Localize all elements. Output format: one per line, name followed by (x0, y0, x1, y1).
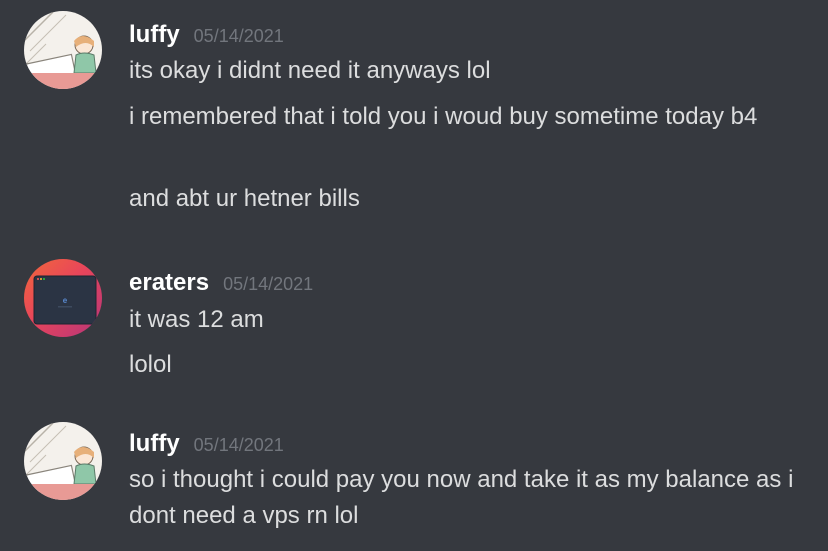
user-avatar[interactable] (24, 422, 102, 500)
message-header: eraters 05/14/2021 (129, 271, 313, 295)
macos-window-avatar-icon: e (24, 259, 102, 337)
message-group: luffy 05/14/2021 its okay i didnt need it… (0, 0, 828, 230)
message-group: luffy 05/14/2021 so i thought i could pay… (0, 411, 828, 551)
message-text: lolol (129, 351, 172, 378)
timestamp: 05/14/2021 (223, 274, 314, 294)
user-avatar[interactable] (24, 11, 102, 89)
timestamp: 05/14/2021 (193, 435, 284, 455)
timestamp: 05/14/2021 (193, 26, 284, 46)
username[interactable]: luffy (129, 21, 180, 48)
username[interactable]: eraters (129, 269, 209, 296)
message-text: so i thought i could pay you now and tak… (129, 466, 794, 529)
anime-girl-avatar-icon (24, 422, 102, 500)
message-header: luffy 05/14/2021 (129, 432, 284, 456)
message-text: i remembered that i told you i woud buy … (129, 103, 758, 130)
anime-girl-avatar-icon (24, 11, 102, 89)
message-text: and abt ur hetner bills (129, 185, 360, 212)
message-text: it was 12 am (129, 306, 264, 333)
user-avatar[interactable]: e (24, 259, 102, 337)
message-text: its okay i didnt need it anyways lol (129, 57, 491, 84)
message-header: luffy 05/14/2021 (129, 23, 284, 47)
username[interactable]: luffy (129, 430, 180, 457)
message-group: e eraters 05/14/2021 it was 12 am lolol (0, 250, 828, 390)
avatar-letter: e (63, 296, 68, 305)
